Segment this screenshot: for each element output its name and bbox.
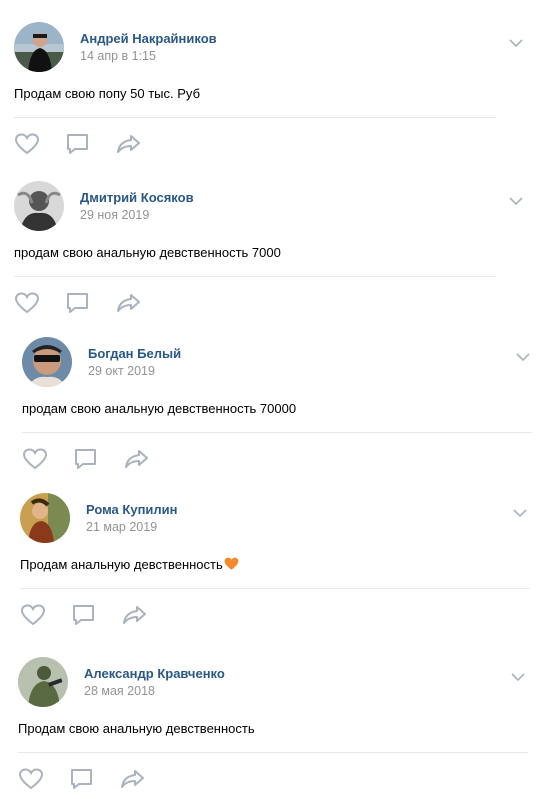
post-date[interactable]: 29 ноя 2019	[80, 208, 149, 222]
author-name[interactable]: Рома Купилин	[86, 502, 178, 517]
comment-icon[interactable]	[73, 447, 99, 471]
avatar[interactable]	[20, 493, 70, 543]
share-arrow-icon[interactable]	[116, 132, 142, 156]
author-name[interactable]: Александр Кравченко	[84, 666, 225, 681]
divider	[22, 432, 532, 433]
comment-icon[interactable]	[65, 132, 91, 156]
post-date[interactable]: 21 мар 2019	[86, 520, 157, 534]
comment-icon[interactable]	[69, 767, 95, 791]
post-text: Продам анальную девственность	[20, 557, 239, 572]
post-date[interactable]: 29 окт 2019	[88, 364, 155, 378]
comment-icon[interactable]	[71, 603, 97, 627]
divider	[14, 276, 496, 277]
author-name[interactable]: Дмитрий Косяков	[80, 190, 194, 205]
heart-icon[interactable]	[22, 447, 48, 471]
share-arrow-icon[interactable]	[120, 767, 146, 791]
chevron-down-icon[interactable]	[513, 505, 527, 518]
chevron-down-icon[interactable]	[509, 35, 523, 48]
orange-heart-icon	[224, 557, 239, 571]
post-date[interactable]: 14 апр в 1:15	[80, 49, 156, 63]
share-arrow-icon[interactable]	[124, 447, 150, 471]
heart-icon[interactable]	[20, 603, 46, 627]
chevron-down-icon[interactable]	[516, 349, 530, 362]
post-text: Продам свою попу 50 тыс. Руб	[14, 86, 201, 101]
avatar[interactable]	[22, 337, 72, 387]
avatar[interactable]	[14, 22, 64, 72]
avatar[interactable]	[14, 181, 64, 231]
post-date[interactable]: 28 мая 2018	[84, 684, 155, 698]
share-arrow-icon[interactable]	[116, 291, 142, 315]
heart-icon[interactable]	[18, 767, 44, 791]
post-text-content: Продам анальную девственность	[20, 557, 223, 572]
author-name[interactable]: Богдан Белый	[88, 346, 181, 361]
post-text: продам свою анальную девственность 7000	[14, 245, 281, 260]
divider	[20, 588, 530, 589]
heart-icon[interactable]	[14, 291, 40, 315]
chevron-down-icon[interactable]	[511, 669, 525, 682]
author-name[interactable]: Андрей Накрайников	[80, 31, 217, 46]
post-text: Продам свою анальную девственность	[18, 721, 255, 736]
share-arrow-icon[interactable]	[122, 603, 148, 627]
divider	[14, 117, 496, 118]
avatar[interactable]	[18, 657, 68, 707]
divider	[18, 752, 528, 753]
chevron-down-icon[interactable]	[509, 193, 523, 206]
post-text: продам свою анальную девственность 70000	[22, 401, 297, 416]
heart-icon[interactable]	[14, 132, 40, 156]
comment-icon[interactable]	[65, 291, 91, 315]
